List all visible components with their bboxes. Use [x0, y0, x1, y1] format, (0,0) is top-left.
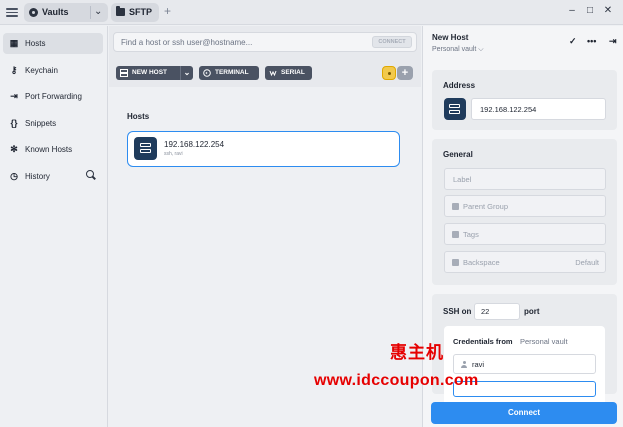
- group-icon: [452, 203, 459, 210]
- watermark-title: 惠主机: [390, 343, 444, 362]
- address-heading: Address: [443, 81, 476, 90]
- tags-field[interactable]: Tags: [444, 223, 606, 245]
- backspace-icon: [452, 259, 459, 266]
- history-icon: ◷: [10, 171, 18, 181]
- port-label: port: [524, 307, 540, 316]
- vault-selector[interactable]: Personal vault ⌵: [432, 45, 484, 54]
- serial-button[interactable]: SERIAL: [265, 66, 312, 80]
- sidebar-item-hosts[interactable]: ▦ Hosts: [3, 33, 103, 54]
- new-host-button[interactable]: NEW HOST ⌄: [116, 66, 193, 80]
- parent-group-field[interactable]: Parent Group: [444, 195, 606, 217]
- backspace-field[interactable]: Backspace Default: [444, 251, 606, 273]
- port-forwarding-icon: ⇥: [10, 91, 18, 101]
- new-host-label: NEW HOST: [132, 69, 168, 76]
- server-icon: [120, 69, 128, 77]
- username-value: ravi: [472, 360, 485, 369]
- divider: [90, 6, 91, 19]
- sftp-tab[interactable]: SFTP: [111, 3, 159, 22]
- watermark-url: www.idccoupon.com: [314, 372, 479, 389]
- label-placeholder: Label: [453, 175, 472, 184]
- panel-title: New Host: [432, 33, 469, 42]
- host-name: 192.168.122.254: [164, 140, 225, 149]
- terminal-label: TERMINAL: [215, 69, 249, 76]
- quick-connect-button[interactable]: CONNECT: [372, 36, 412, 48]
- server-icon: [444, 98, 466, 120]
- sidebar-item-snippets[interactable]: {} Snippets: [3, 113, 103, 134]
- user-icon: [461, 361, 467, 368]
- key-icon: ⚷: [10, 65, 18, 75]
- hosts-section-title: Hosts: [127, 112, 150, 121]
- terminal-icon: [203, 69, 211, 77]
- vaults-tab[interactable]: Vaults ⌄: [24, 3, 108, 22]
- known-hosts-icon: ✻: [10, 144, 18, 154]
- general-card: General Label Parent Group Tags Backspac…: [432, 139, 617, 285]
- collapse-panel-icon[interactable]: ⇥: [609, 35, 617, 47]
- more-icon[interactable]: •••: [587, 35, 596, 47]
- vaults-tab-label: Vaults: [42, 7, 69, 17]
- parent-group-placeholder: Parent Group: [463, 202, 509, 211]
- tags-placeholder: Tags: [463, 230, 479, 239]
- port-input[interactable]: 22: [474, 303, 520, 320]
- snippets-icon: {}: [10, 118, 18, 128]
- label-field[interactable]: Label: [444, 168, 606, 190]
- quick-connect-bar: Find a host or ssh user@hostname... CONN…: [109, 26, 421, 59]
- main-area: Find a host or ssh user@hostname... CONN…: [109, 26, 421, 427]
- search-icon[interactable]: [86, 170, 96, 180]
- connect-button[interactable]: Connect: [431, 402, 617, 424]
- quick-connect-input[interactable]: Find a host or ssh user@hostname... CONN…: [113, 32, 417, 52]
- serial-icon: [269, 70, 277, 77]
- credentials-card: Credentials from Personal vault ravi: [444, 326, 605, 406]
- check-icon[interactable]: ✓: [569, 35, 577, 47]
- host-details: ssh, ravi: [164, 151, 183, 157]
- vault-icon: [29, 8, 38, 17]
- sidebar-item-label: Port Forwarding: [25, 92, 82, 101]
- sidebar-item-label: Hosts: [25, 39, 46, 48]
- sidebar-item-label: Keychain: [25, 66, 58, 75]
- sidebar-item-port-forwarding[interactable]: ⇥ Port Forwarding: [3, 86, 103, 107]
- chevron-down-icon[interactable]: ⌄: [94, 5, 102, 18]
- maximize-button[interactable]: □: [583, 4, 597, 18]
- quick-connect-placeholder: Find a host or ssh user@hostname...: [121, 38, 253, 47]
- hosts-toolbar: NEW HOST ⌄ TERMINAL SERIAL +: [109, 59, 421, 87]
- address-card: Address 192.168.122.254: [432, 70, 617, 130]
- close-button[interactable]: ✕: [601, 4, 615, 18]
- add-button[interactable]: +: [397, 66, 413, 80]
- credentials-vault[interactable]: Personal vault: [520, 337, 568, 347]
- backspace-value: Default: [575, 258, 599, 267]
- highlight-button[interactable]: [382, 66, 396, 80]
- folder-icon: [116, 6, 125, 16]
- minimize-button[interactable]: –: [565, 4, 579, 18]
- serial-label: SERIAL: [281, 69, 305, 76]
- sidebar-item-keychain[interactable]: ⚷ Keychain: [3, 60, 103, 81]
- tag-icon: [452, 231, 459, 238]
- server-icon: [134, 137, 157, 160]
- sidebar-item-known-hosts[interactable]: ✻ Known Hosts: [3, 139, 103, 160]
- sidebar: ▦ Hosts ⚷ Keychain ⇥ Port Forwarding {} …: [0, 26, 108, 427]
- credentials-label: Credentials from: [453, 337, 513, 346]
- new-host-panel: New Host Personal vault ⌵ ✓ ••• ⇥ Addres…: [422, 26, 623, 427]
- menu-icon[interactable]: [6, 6, 18, 18]
- chevron-down-icon[interactable]: ⌄: [180, 66, 193, 80]
- host-card[interactable]: 192.168.122.254 ssh, ravi: [127, 131, 400, 167]
- backspace-label: Backspace: [463, 258, 500, 267]
- sidebar-item-label: Known Hosts: [25, 145, 73, 154]
- sidebar-item-label: Snippets: [25, 119, 57, 128]
- sftp-tab-label: SFTP: [129, 7, 153, 17]
- new-tab-button[interactable]: +: [164, 4, 171, 18]
- terminal-button[interactable]: TERMINAL: [199, 66, 259, 80]
- hosts-icon: ▦: [9, 38, 19, 48]
- address-input[interactable]: 192.168.122.254: [471, 98, 606, 120]
- top-bar: Vaults ⌄ SFTP + – □ ✕: [0, 0, 623, 25]
- ssh-on-label: SSH on: [443, 307, 472, 316]
- sidebar-item-label: History: [25, 172, 50, 181]
- address-value: 192.168.122.254: [480, 105, 537, 114]
- general-heading: General: [443, 150, 473, 159]
